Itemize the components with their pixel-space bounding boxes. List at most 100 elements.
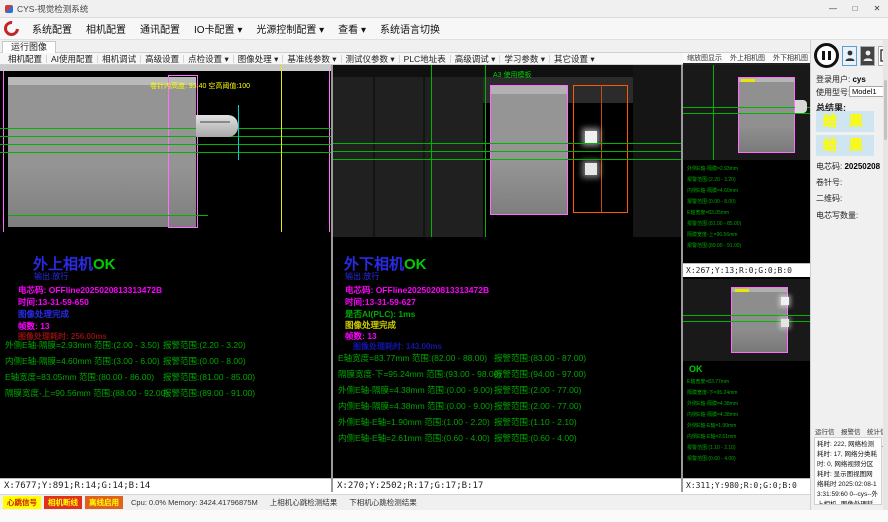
measurement-row: 外侧E轴-隔膜=2.93mm 范围:(2.00 - 3.50)报警范围:(2.2… — [0, 339, 331, 355]
pin-number-label: 卷针号: — [816, 177, 842, 188]
mini-tab-1[interactable]: 外上相机图 — [726, 53, 769, 63]
center-measurements: E轴宽度=83.77mm 范围:(82.00 - 88.00)报警范围:(83.… — [333, 352, 681, 448]
scrollbar-thumb[interactable] — [884, 80, 887, 140]
camera-view-lower[interactable]: A3 使用模板 — [333, 65, 681, 237]
qr-code-label: 二维码: — [816, 193, 842, 204]
menu-item-3[interactable]: IO卡配置 ▾ — [187, 19, 249, 38]
mini-text-line: 外侧E轴-隔膜=4.38mm — [687, 399, 807, 410]
pause-icon — [822, 51, 825, 60]
sidebar-buttons — [814, 43, 888, 68]
status-badge-0: 心跳信号 — [3, 496, 41, 509]
heartbeat-upper-text: 上相机心跳检测结果 — [270, 497, 338, 508]
mini-text-line: 隔膜宽度-上=90.56mm — [687, 230, 807, 241]
time-line: 时间:13-31-59-650 — [18, 296, 89, 308]
toolbar-item-5[interactable]: 图像处理 ▾ — [234, 53, 283, 65]
mini-text-line: 内侧E轴-E轴=2.61mm — [687, 432, 807, 443]
preview-view-2[interactable] — [683, 279, 810, 361]
write-count-label: 电芯写数量: — [816, 210, 858, 221]
app-window: CYS-视觉检测系统 — □ ✕ 系统配置相机配置通讯配置IO卡配置 ▾光源控制… — [0, 0, 888, 522]
measurement-value: 隔膜宽度-上=90.56mm 范围:(88.00 - 92.00) — [5, 387, 168, 399]
measurement-row: E轴宽度=83.05mm 范围:(80.00 - 86.00)报警范围:(81.… — [0, 371, 331, 387]
toolbar: 相机配置AI使用配置相机调试高级设置点检设置 ▾图像处理 ▾基准线参数 ▾测试仪… — [0, 53, 810, 65]
user-button[interactable] — [860, 46, 875, 66]
mini-tab-2[interactable]: 外下相机图 — [769, 53, 812, 63]
menu-items: 系统配置相机配置通讯配置IO卡配置 ▾光源控制配置 ▾查看 ▾系统语言切换 — [25, 19, 447, 38]
measurement-row: 隔膜宽度-上=90.56mm 范围:(88.00 - 92.00)报警范围:(8… — [0, 387, 331, 403]
menu-item-6[interactable]: 系统语言切换 — [373, 19, 447, 38]
measurement-value: 外侧E轴-E轴=1.90mm 范围:(1.00 - 2.20) — [338, 416, 490, 428]
measurement-value: 内侧E轴-隔膜=4.60mm 范围:(3.00 - 6.00) — [5, 355, 160, 367]
toolbar-item-9[interactable]: 高级调试 ▾ — [451, 53, 500, 65]
mini-text-line: E轴宽度=83.77mm — [687, 377, 807, 388]
measurement-alarm: 报警范围:(2.00 - 77.00) — [494, 384, 581, 396]
measurement-value: E轴宽度=83.77mm 范围:(82.00 - 88.00) — [338, 352, 487, 364]
result-ok-text: OK — [404, 256, 427, 273]
menu-item-5[interactable]: 查看 ▾ — [331, 19, 373, 38]
model-label: 使用型号: — [816, 87, 850, 98]
status-badge-2: 离线启用 — [85, 496, 123, 509]
preview-column: 外侧E轴-隔膜=2.93mm报警范围:(2.20 - 3.20)内侧E轴-隔膜=… — [683, 65, 810, 492]
login-button[interactable] — [842, 46, 857, 66]
toolbar-item-0[interactable]: 相机配置 — [4, 53, 46, 65]
mini-text-line: 内侧E轴-隔膜=4.38mm — [687, 410, 807, 421]
toolbar-item-11[interactable]: 其它设置 ▾ — [550, 53, 599, 65]
measurement-alarm: 报警范围:(0.00 - 8.00) — [163, 355, 246, 367]
mini-text-line: E轴宽度=83.05mm — [687, 208, 807, 219]
toolbar-item-8[interactable]: PLC地址表 — [400, 53, 450, 65]
close-button[interactable]: ✕ — [866, 0, 888, 17]
model-select[interactable]: Model1 — [849, 86, 886, 97]
camera-panel-lower: A3 使用模板 外下相机OK 输出:放行 电芯码: OFFline2025020… — [333, 65, 681, 492]
cell-code-label: 电芯码: — [816, 162, 842, 171]
login-user-label: 登录用户: — [816, 75, 850, 84]
app-logo-icon — [1, 18, 22, 39]
window-title: CYS-视觉检测系统 — [17, 3, 88, 15]
toolbar-item-4[interactable]: 点检设置 ▾ — [184, 53, 233, 65]
mini-text-line: 外侧E轴-E轴=1.90mm — [687, 421, 807, 432]
log-text-area[interactable]: 耗时: 222, 网络检测耗时: 17, 网络分类耗时: 0, 网络视频分区耗时… — [814, 437, 882, 505]
camera-view-upper[interactable]: 卷针内高度: 93.40 空高阈值:100 — [0, 65, 331, 232]
menu-bar: 系统配置相机配置通讯配置IO卡配置 ▾光源控制配置 ▾查看 ▾系统语言切换 — [0, 18, 888, 40]
overlay-template-text: A3 使用模板 — [493, 70, 532, 80]
heartbeat-lower-text: 下相机心跳检测结果 — [349, 497, 417, 508]
menu-item-4[interactable]: 光源控制配置 ▾ — [249, 19, 331, 38]
status-badge-1: 相机断线 — [44, 496, 82, 509]
measurement-value: 内侧E轴-隔膜=4.38mm 范围:(0.00 - 9.00) — [338, 400, 493, 412]
result-ok-text: OK — [93, 256, 116, 273]
menu-item-2[interactable]: 通讯配置 — [133, 19, 187, 38]
measurement-row: 外侧E轴-隔膜=4.38mm 范围:(0.00 - 9.00)报警范围:(2.0… — [333, 384, 681, 400]
measurement-value: 内侧E轴-E轴=2.61mm 范围:(0.60 - 4.00) — [338, 432, 490, 444]
preview-statusbar-1: X:267;Y:13;R:0;G:0;B:0 — [683, 263, 810, 277]
cell-code-value: 20250208 — [844, 162, 880, 171]
app-icon — [5, 5, 13, 13]
measurement-row: 内侧E轴-隔膜=4.60mm 范围:(3.00 - 6.00)报警范围:(0.0… — [0, 355, 331, 371]
preview-view-1[interactable] — [683, 65, 810, 160]
measurement-row: 内侧E轴-隔膜=4.38mm 范围:(0.00 - 9.00)报警范围:(2.0… — [333, 400, 681, 416]
toolbar-item-3[interactable]: 高级设置 — [141, 53, 183, 65]
mini-tab-0[interactable]: 缩放图显示 — [683, 53, 726, 63]
measurement-row: 隔膜宽度-下=95.24mm 范围:(93.00 - 98.00)报警范围:(9… — [333, 368, 681, 384]
toolbar-item-2[interactable]: 相机调试 — [98, 53, 140, 65]
preview-statusbar-2: X:311;Y:980;R:0;G:0;B:0 — [683, 478, 810, 492]
measurement-row: E轴宽度=83.77mm 范围:(82.00 - 88.00)报警范围:(83.… — [333, 352, 681, 368]
menu-item-0[interactable]: 系统配置 — [25, 19, 79, 38]
maximize-button[interactable]: □ — [844, 0, 866, 17]
toolbar-items: 相机配置AI使用配置相机调试高级设置点检设置 ▾图像处理 ▾基准线参数 ▾测试仪… — [4, 53, 599, 65]
measurement-value: E轴宽度=83.05mm 范围:(80.00 - 86.00) — [5, 371, 154, 383]
measurement-value: 隔膜宽度-下=95.24mm 范围:(93.00 - 98.00) — [338, 368, 501, 380]
cpu-memory-text: Cpu: 0.0% Memory: 3424.41796875M — [131, 498, 258, 507]
pause-button[interactable] — [814, 43, 839, 68]
right-sidebar: 登录用户: cys 使用型号: Model1 总结果: 结 果 结 果 电芯码:… — [810, 40, 888, 522]
toolbar-item-7[interactable]: 测试仪参数 ▾ — [342, 53, 399, 65]
menu-item-1[interactable]: 相机配置 — [79, 19, 133, 38]
toolbar-item-10[interactable]: 学习参数 ▾ — [500, 53, 549, 65]
measurement-alarm: 报警范围:(0.60 - 4.00) — [494, 432, 577, 444]
login-user-value: cys — [852, 75, 865, 84]
tab-run-image[interactable]: 运行图像 — [2, 41, 56, 53]
toolbar-item-6[interactable]: 基准线参数 ▾ — [283, 53, 340, 65]
sidebar-scrollbar[interactable] — [883, 40, 888, 522]
toolbar-item-1[interactable]: AI使用配置 — [47, 53, 97, 65]
mini-text-line: 报警范围:(0.00 - 8.00) — [687, 197, 807, 208]
mini-text-line: 报警范围:(81.00 - 85.00) — [687, 219, 807, 230]
title-bar: CYS-视觉检测系统 — □ ✕ — [0, 0, 888, 18]
minimize-button[interactable]: — — [822, 0, 844, 17]
